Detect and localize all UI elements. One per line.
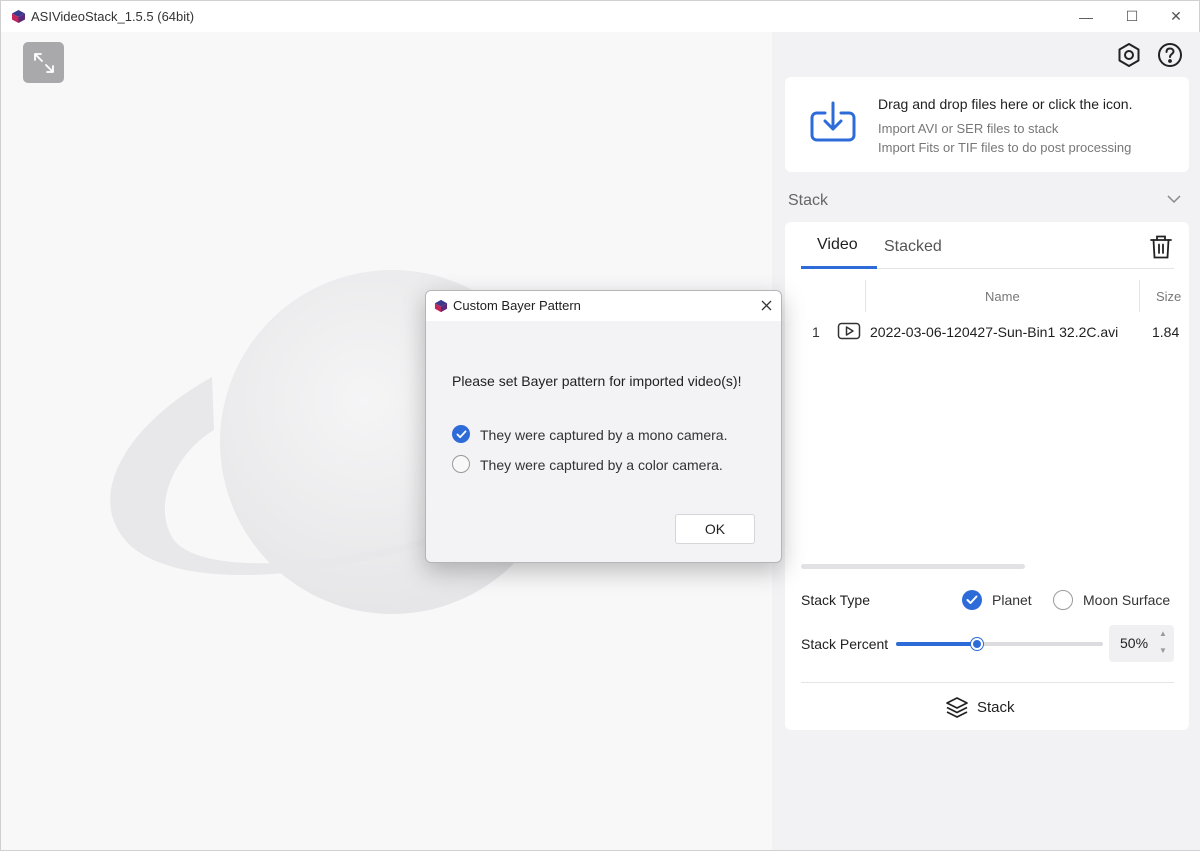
maximize-button[interactable]: ☐	[1109, 1, 1155, 32]
dialog-prompt: Please set Bayer pattern for imported vi…	[452, 373, 742, 389]
spin-up-icon[interactable]: ▲	[1159, 629, 1167, 638]
stack-percent-label: Stack Percent	[801, 636, 889, 652]
column-separator	[865, 280, 866, 312]
column-header-name[interactable]: Name	[985, 289, 1020, 304]
tab-video[interactable]: Video	[817, 236, 858, 254]
dialog-title: Custom Bayer Pattern	[453, 298, 581, 313]
stack-percent-spinbox[interactable]: 50% ▲ ▼	[1109, 625, 1174, 662]
tab-stacked[interactable]: Stacked	[884, 238, 942, 256]
column-separator	[1139, 280, 1140, 312]
mono-camera-option-label[interactable]: They were captured by a mono camera.	[480, 427, 727, 443]
stack-percent-value[interactable]: 50%	[1120, 635, 1148, 651]
file-size: 1.84	[1152, 324, 1180, 340]
trash-icon[interactable]	[1149, 234, 1173, 260]
stack-card: Video Stacked Name Size 1 2022-03-06-120…	[785, 222, 1189, 730]
settings-icon	[1118, 43, 1140, 67]
bayer-pattern-dialog: Custom Bayer Pattern Please set Bayer pa…	[425, 290, 782, 563]
expand-button[interactable]	[23, 42, 64, 83]
color-camera-radio[interactable]	[452, 455, 470, 473]
check-icon	[456, 429, 466, 438]
import-hint-fits: Import Fits or TIF files to do post proc…	[878, 140, 1132, 155]
chevron-down-icon[interactable]	[1167, 194, 1181, 204]
close-icon	[761, 300, 771, 310]
app-logo-icon	[434, 299, 448, 313]
slider-thumb[interactable]	[971, 638, 983, 650]
stack-button[interactable]: Stack	[945, 692, 1035, 722]
minimize-button[interactable]: —	[1063, 1, 1109, 32]
app-window: ASIVideoStack_1.5.5 (64bit) — ☐ ✕ Drag a…	[0, 0, 1200, 851]
import-hint-avi: Import AVI or SER files to stack	[878, 121, 1059, 136]
close-window-button[interactable]: ✕	[1153, 1, 1199, 32]
app-logo-icon	[12, 10, 25, 23]
check-icon	[966, 595, 978, 604]
stack-section-title: Stack	[788, 192, 829, 209]
active-tab-indicator	[801, 266, 877, 269]
help-icon	[1158, 43, 1182, 67]
dialog-title-bar: Custom Bayer Pattern	[426, 291, 781, 321]
help-button[interactable]	[1157, 42, 1183, 68]
stack-percent-slider[interactable]	[896, 638, 1103, 650]
import-drop-zone[interactable]: Drag and drop files here or click the ic…	[785, 77, 1189, 172]
layers-icon	[946, 697, 968, 718]
right-panel: Drag and drop files here or click the ic…	[772, 32, 1200, 850]
ok-button[interactable]: OK	[675, 514, 755, 544]
stack-type-label: Stack Type	[801, 592, 871, 608]
column-header-size[interactable]: Size	[1156, 289, 1189, 304]
horizontal-scrollbar[interactable]	[801, 564, 1025, 569]
slider-fill	[896, 642, 977, 646]
planet-option-label[interactable]: Planet	[992, 592, 1032, 608]
import-title: Drag and drop files here or click the ic…	[878, 96, 1133, 112]
window-title: ASIVideoStack_1.5.5 (64bit)	[31, 9, 195, 24]
spin-down-icon[interactable]: ▼	[1159, 646, 1167, 655]
video-file-icon[interactable]	[837, 322, 861, 340]
dialog-close-button[interactable]	[756, 295, 776, 315]
settings-button[interactable]	[1116, 42, 1142, 68]
expand-arrows-icon	[33, 52, 54, 73]
title-bar: ASIVideoStack_1.5.5 (64bit) — ☐ ✕	[1, 1, 1199, 32]
moon-surface-option-label[interactable]: Moon Surface	[1083, 592, 1170, 608]
stack-button-label: Stack	[977, 698, 1015, 716]
moon-surface-radio[interactable]	[1053, 590, 1073, 610]
planet-radio[interactable]	[962, 590, 982, 610]
color-camera-option-label[interactable]: They were captured by a color camera.	[480, 457, 723, 473]
file-name[interactable]: 2022-03-06-120427-Sun-Bin1 32.2C.avi	[870, 324, 1118, 340]
download-icon[interactable]	[809, 101, 857, 145]
divider	[801, 682, 1174, 683]
mono-camera-radio[interactable]	[452, 425, 470, 443]
row-index: 1	[812, 324, 820, 340]
